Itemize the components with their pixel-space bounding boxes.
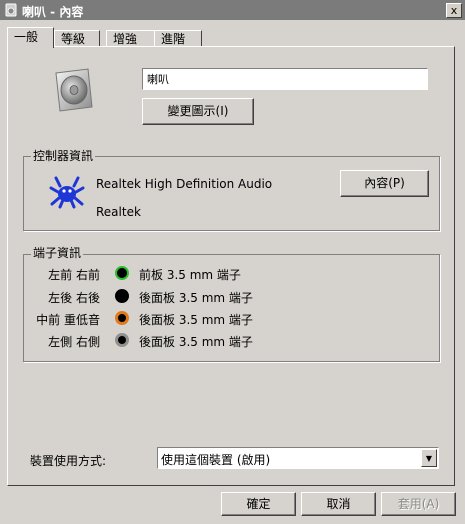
- controller-name: Realtek High Definition Audio: [96, 177, 273, 191]
- realtek-crab-icon: [48, 174, 86, 210]
- tab-advanced-label: 進階: [161, 32, 186, 46]
- close-button[interactable]: x: [446, 3, 462, 18]
- cancel-button[interactable]: 取消: [301, 492, 376, 516]
- jack-desc-rear: 後面板 3.5 mm 端子: [139, 291, 253, 305]
- tab-enhancements[interactable]: 增強: [106, 30, 155, 47]
- orange-jack-icon: [115, 311, 129, 325]
- tab-advanced[interactable]: 進階: [154, 30, 202, 47]
- window-title: 喇叭 - 內容: [22, 5, 84, 19]
- device-usage-select[interactable]: 使用這個裝置 (啟用) ▼: [157, 447, 439, 469]
- device-usage-label: 裝置使用方式:: [30, 454, 107, 468]
- jack-desc-center: 後面板 3.5 mm 端子: [139, 313, 253, 327]
- tab-general[interactable]: 一般: [7, 27, 54, 48]
- gray-jack-icon: [115, 333, 129, 347]
- controller-info-legend: 控制器資訊: [31, 149, 96, 163]
- tab-levels[interactable]: 等級: [54, 30, 100, 47]
- apply-button[interactable]: 套用(A): [381, 492, 456, 516]
- tab-levels-label: 等級: [61, 32, 86, 46]
- controller-vendor: Realtek: [96, 205, 141, 219]
- jack-desc-front: 前板 3.5 mm 端子: [139, 268, 241, 282]
- controller-properties-button[interactable]: 內容(P): [340, 170, 429, 197]
- change-icon-button[interactable]: 變更圖示(I): [142, 98, 254, 125]
- tab-general-label: 一般: [14, 30, 39, 44]
- speaker-small-icon: [4, 3, 18, 17]
- jack-desc-side: 後面板 3.5 mm 端子: [139, 335, 253, 349]
- jack-channel-center: 中前 重低音: [36, 313, 100, 327]
- jack-channel-side: 左側 右側: [48, 335, 100, 349]
- jack-channel-rear: 左後 右後: [48, 291, 100, 305]
- speaker-icon: [50, 67, 96, 113]
- jack-info-legend: 端子資訊: [31, 246, 84, 260]
- tab-enhancements-label: 增強: [113, 32, 138, 46]
- black-jack-icon: [115, 289, 129, 303]
- green-jack-icon: [115, 266, 129, 280]
- title-bar[interactable]: 喇叭 - 內容 x: [0, 0, 465, 20]
- chevron-down-icon[interactable]: ▼: [421, 449, 437, 467]
- device-name-input[interactable]: [142, 68, 428, 90]
- ok-button[interactable]: 確定: [221, 492, 296, 516]
- jack-channel-front: 左前 右前: [48, 268, 100, 282]
- device-usage-value: 使用這個裝置 (啟用): [161, 453, 271, 467]
